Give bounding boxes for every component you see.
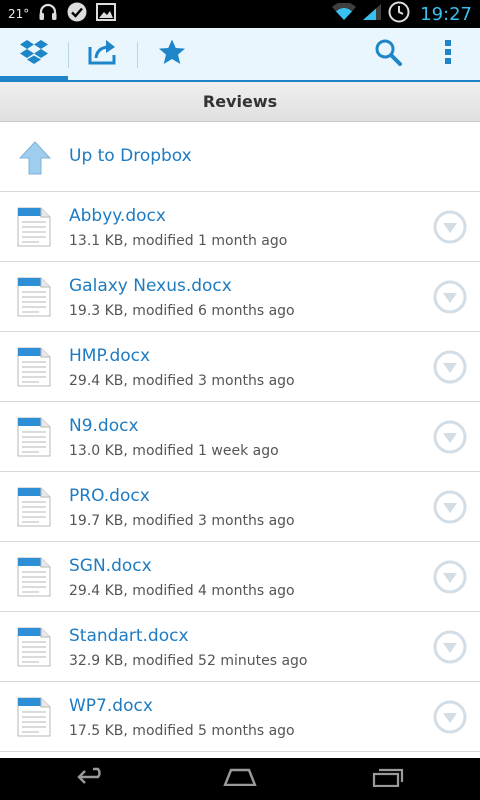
docx-file-icon (17, 627, 51, 671)
file-options-button[interactable] (433, 630, 467, 668)
alarm-clock-icon (388, 1, 410, 27)
star-icon (158, 38, 186, 70)
chevron-down-circle-icon (433, 630, 467, 668)
headphones-icon (38, 3, 58, 25)
file-name: N9.docx (69, 416, 139, 436)
action-bar (0, 28, 480, 82)
search-icon (374, 38, 402, 70)
docx-file-icon (17, 207, 51, 251)
docx-file-icon (17, 347, 51, 391)
docx-file-icon (17, 277, 51, 321)
docx-file-icon (17, 487, 51, 531)
wifi-icon (332, 2, 357, 25)
list-item[interactable]: HMP.docx 29.4 KB, modified 3 months ago (0, 332, 480, 402)
file-options-button[interactable] (433, 280, 467, 318)
temperature-text: 21° (8, 7, 30, 21)
file-list: Abbyy.docx 13.1 KB, modified 1 month ago… (0, 192, 480, 758)
chevron-down-circle-icon (433, 700, 467, 738)
file-options-button[interactable] (433, 700, 467, 738)
recent-apps-icon (372, 767, 404, 791)
file-meta: 13.1 KB, modified 1 month ago (69, 233, 288, 249)
up-to-parent-label: Up to Dropbox (69, 146, 192, 166)
docx-file-icon (17, 417, 51, 461)
tab-upload[interactable] (69, 28, 137, 80)
docx-file-icon (17, 697, 51, 741)
chevron-down-circle-icon (433, 560, 467, 598)
docx-file-icon (17, 557, 51, 601)
up-arrow-icon (18, 141, 52, 179)
folder-title: Reviews (202, 92, 278, 111)
search-button[interactable] (360, 28, 416, 80)
file-meta: 19.3 KB, modified 6 months ago (69, 303, 295, 319)
list-item[interactable]: Standart.docx 32.9 KB, modified 52 minut… (0, 612, 480, 682)
chevron-down-circle-icon (433, 350, 467, 388)
file-options-button[interactable] (433, 350, 467, 388)
home-icon (223, 768, 257, 790)
list-item[interactable]: PRO.docx 19.7 KB, modified 3 months ago (0, 472, 480, 542)
list-item[interactable]: Abbyy.docx 13.1 KB, modified 1 month ago (0, 192, 480, 262)
file-name: Galaxy Nexus.docx (69, 276, 232, 296)
file-meta: 19.7 KB, modified 3 months ago (69, 513, 295, 529)
list-item[interactable]: Galaxy Nexus.docx 19.3 KB, modified 6 mo… (0, 262, 480, 332)
file-meta: 29.4 KB, modified 3 months ago (69, 373, 295, 389)
file-name: Standart.docx (69, 626, 189, 646)
check-circle-icon (67, 2, 87, 26)
tab-favorites[interactable] (138, 28, 206, 80)
folder-header: Reviews (0, 82, 480, 122)
upload-icon (87, 38, 119, 70)
file-meta: 32.9 KB, modified 52 minutes ago (69, 653, 308, 669)
list-item[interactable]: SGN.docx 29.4 KB, modified 4 months ago (0, 542, 480, 612)
list-item[interactable]: N9.docx 13.0 KB, modified 1 week ago (0, 402, 480, 472)
back-button[interactable] (52, 758, 132, 800)
file-name: HMP.docx (69, 346, 151, 366)
file-meta: 17.5 KB, modified 5 months ago (69, 723, 295, 739)
home-button[interactable] (200, 758, 280, 800)
overflow-menu-button[interactable] (424, 28, 472, 80)
file-name: WP7.docx (69, 696, 153, 716)
tab-dropbox[interactable] (0, 28, 68, 80)
file-name: Abbyy.docx (69, 206, 166, 226)
dropbox-icon (19, 38, 49, 70)
clock-time: 19:27 (420, 3, 472, 25)
back-icon (76, 767, 108, 791)
overflow-menu-icon (444, 39, 452, 69)
file-name: SGN.docx (69, 556, 152, 576)
navigation-bar (0, 758, 480, 800)
file-options-button[interactable] (433, 560, 467, 598)
chevron-down-circle-icon (433, 280, 467, 318)
up-to-parent-row[interactable]: Up to Dropbox (0, 122, 480, 192)
chevron-down-circle-icon (433, 420, 467, 458)
file-options-button[interactable] (433, 420, 467, 458)
recent-apps-button[interactable] (348, 758, 428, 800)
file-options-button[interactable] (433, 490, 467, 528)
chevron-down-circle-icon (433, 490, 467, 528)
list-item[interactable]: WP7.docx 17.5 KB, modified 5 months ago (0, 682, 480, 752)
status-bar: 21° 19:27 (0, 0, 480, 28)
file-meta: 29.4 KB, modified 4 months ago (69, 583, 295, 599)
file-name: PRO.docx (69, 486, 150, 506)
file-options-button[interactable] (433, 210, 467, 248)
signal-icon (362, 3, 382, 25)
chevron-down-circle-icon (433, 210, 467, 248)
image-icon (96, 3, 117, 25)
file-meta: 13.0 KB, modified 1 week ago (69, 443, 279, 459)
